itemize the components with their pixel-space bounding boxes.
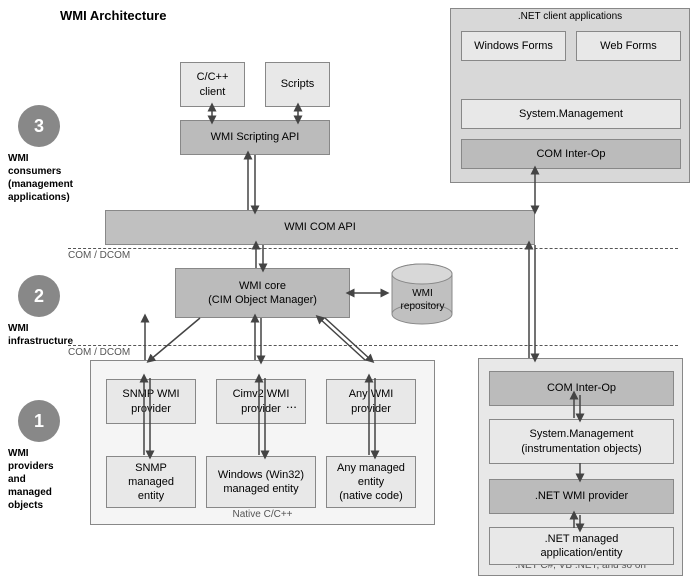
cpp-client-box: C/C++client <box>180 62 245 107</box>
system-management-top-box: System.Management <box>461 99 681 129</box>
wmi-repository: WMIrepository <box>385 262 460 327</box>
dcom-line-2 <box>68 345 678 346</box>
dotnet-client-container: .NET client applications Windows Forms W… <box>450 8 690 183</box>
page-title: WMI Architecture <box>60 8 166 23</box>
main-container: WMI Architecture 3 WMI consumers(managem… <box>0 0 697 583</box>
dotnet-right-container: .NET C#, VB .NET, and so on COM Inter-Op… <box>478 358 683 576</box>
snmp-managed-box: SNMPmanagedentity <box>106 456 196 508</box>
native-cpp-container: Native C/C++ SNMP WMIprovider Cimv2 WMIp… <box>90 360 435 525</box>
wmi-com-api-box: WMI COM API <box>105 210 535 245</box>
dotnet-managed-app-box: .NET managedapplication/entity <box>489 527 674 565</box>
wmi-scripting-api-box: WMI Scripting API <box>180 120 330 155</box>
dotnet-container-label: .NET client applications <box>518 11 622 22</box>
layer3-label: WMI consumers(managementapplications) <box>8 152 66 204</box>
com-interop-top-box: COM Inter-Op <box>461 139 681 169</box>
com-interop-right-box: COM Inter-Op <box>489 371 674 406</box>
dotnet-wmi-provider-box: .NET WMI provider <box>489 479 674 514</box>
layer1-circle: 1 <box>18 400 60 442</box>
wmi-core-box: WMI core(CIM Object Manager) <box>175 268 350 318</box>
layer3-circle: 3 <box>18 105 60 147</box>
web-forms-box: Web Forms <box>576 31 681 61</box>
any-wmi-provider-box: Any WMIprovider <box>326 379 416 424</box>
any-managed-box: Any managedentity(native code) <box>326 456 416 508</box>
dcom-label-2: COM / DCOM <box>68 347 130 358</box>
native-cpp-label: Native C/C++ <box>232 509 292 520</box>
layer1-label: WMI providersandmanagedobjects <box>8 447 66 512</box>
ellipsis: ... <box>286 396 297 411</box>
dcom-label-1: COM / DCOM <box>68 250 130 261</box>
layer2-circle: 2 <box>18 275 60 317</box>
layer2-label: WMI infrastructure <box>8 322 66 348</box>
dcom-line-1 <box>68 248 678 249</box>
windows-forms-box: Windows Forms <box>461 31 566 61</box>
scripts-box: Scripts <box>265 62 330 107</box>
sys-mgmt-instr-box: System.Management(instrumentation object… <box>489 419 674 464</box>
snmp-wmi-provider-box: SNMP WMIprovider <box>106 379 196 424</box>
windows-managed-box: Windows (Win32)managed entity <box>206 456 316 508</box>
